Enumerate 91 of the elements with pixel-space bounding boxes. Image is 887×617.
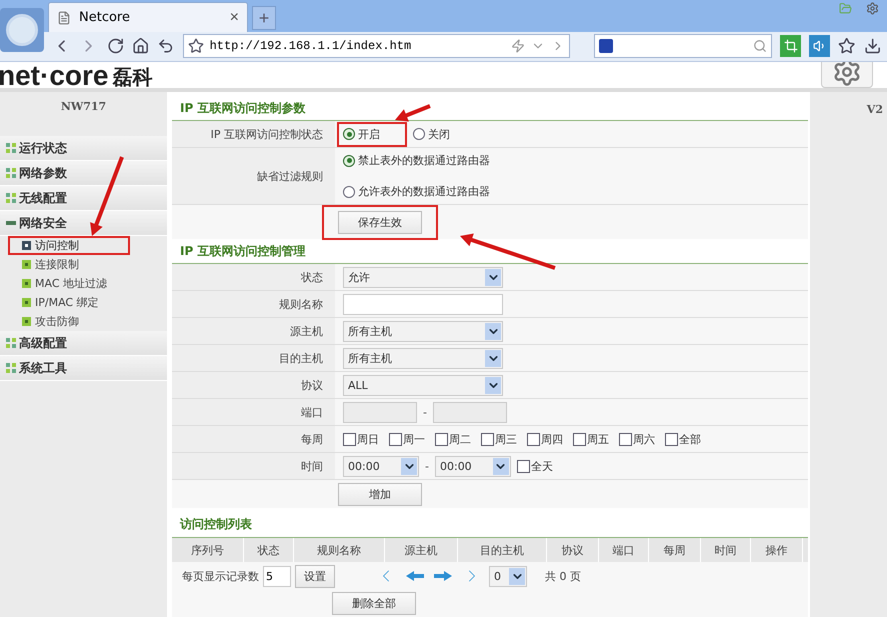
radio-option[interactable]: 允许表外的数据通过路由器 bbox=[337, 179, 500, 204]
dropdown[interactable]: ALL bbox=[343, 374, 503, 396]
dropdown[interactable]: 所有主机 bbox=[343, 320, 503, 342]
per-page-field[interactable]: 5 bbox=[263, 566, 291, 586]
arrow-drawing bbox=[395, 104, 431, 122]
close-tab-button[interactable]: × bbox=[230, 8, 239, 27]
delete-all-button[interactable]: 删除全部 bbox=[332, 592, 416, 615]
save-button[interactable]: 保存生效 bbox=[338, 210, 422, 234]
range-separator: - bbox=[423, 406, 427, 418]
all-day-checkbox[interactable]: 全天 bbox=[516, 458, 553, 474]
field-label: 端口 bbox=[301, 404, 323, 420]
page-count: 共 0 页 bbox=[545, 568, 581, 584]
field-label: 目的主机 bbox=[279, 350, 323, 366]
logo: net·core bbox=[0, 64, 108, 88]
sidebar-item[interactable]: 网络参数 bbox=[0, 161, 167, 186]
search-engine-icon[interactable] bbox=[599, 39, 614, 54]
field-label: 缺省过滤规则 bbox=[257, 168, 323, 184]
dropdown[interactable]: 所有主机 bbox=[343, 348, 503, 368]
sidebar-item[interactable]: 运行状态 bbox=[0, 136, 167, 161]
model-name: NW717 bbox=[60, 100, 108, 115]
per-page-label: 每页显示记录数 bbox=[182, 568, 259, 584]
sidebar-item[interactable]: 系统工具 bbox=[0, 356, 167, 381]
caret-icon bbox=[485, 268, 501, 286]
sidebar-subitem[interactable]: MAC 地址过滤 bbox=[8, 274, 158, 293]
day-checkbox[interactable]: 全部 bbox=[665, 432, 701, 446]
field-label: 状态 bbox=[301, 270, 323, 284]
home-icon[interactable] bbox=[132, 37, 150, 56]
set-button[interactable]: 设置 bbox=[295, 564, 335, 588]
port-end-field[interactable] bbox=[432, 402, 507, 422]
sidebar-subitem[interactable]: 攻击防御 bbox=[8, 312, 158, 331]
day-checkbox[interactable]: 周四 bbox=[527, 432, 563, 446]
start-time-dropdown[interactable]: 00:00 bbox=[343, 456, 419, 476]
browser-tab[interactable]: Netcore × bbox=[48, 2, 248, 32]
sidebar-subitem[interactable]: 访问控制 bbox=[8, 236, 130, 255]
star-icon[interactable] bbox=[188, 38, 204, 54]
field-label: 源主机 bbox=[290, 324, 323, 338]
sidebar-subitem[interactable]: 连接限制 bbox=[8, 255, 158, 274]
range-separator: - bbox=[425, 460, 429, 472]
field-label: 时间 bbox=[301, 458, 323, 474]
rule-name-field[interactable] bbox=[343, 294, 503, 314]
field-label: 规则名称 bbox=[279, 296, 323, 312]
add-button[interactable]: 增加 bbox=[338, 482, 422, 506]
sidebar-item[interactable]: 网络安全 bbox=[0, 211, 167, 236]
sidebar-item[interactable]: 无线配置 bbox=[0, 186, 167, 211]
day-checkbox[interactable]: 周二 bbox=[435, 432, 471, 446]
caret-icon bbox=[485, 322, 501, 340]
end-time-dropdown[interactable]: 00:00 bbox=[434, 456, 511, 476]
search-field[interactable] bbox=[594, 34, 772, 58]
day-checkbox[interactable]: 周一 bbox=[389, 432, 425, 446]
bullet-icon bbox=[22, 317, 31, 326]
bullet-icon bbox=[22, 241, 31, 250]
radio-option[interactable]: 禁止表外的数据通过路由器 bbox=[337, 148, 500, 173]
field-label: 协议 bbox=[301, 378, 323, 392]
address-bar[interactable]: http://192.168.1.1/index.htm bbox=[182, 34, 570, 58]
sidebar-subitem[interactable]: IP/MAC 绑定 bbox=[8, 293, 158, 312]
dropdown[interactable]: 允许 bbox=[343, 266, 503, 288]
bookmark-icon[interactable] bbox=[838, 37, 856, 56]
caret-icon bbox=[485, 350, 501, 366]
bullet-icon bbox=[22, 260, 31, 269]
logo: 磊科 bbox=[112, 66, 152, 88]
day-checkbox[interactable]: 周五 bbox=[573, 432, 609, 446]
settings-button[interactable] bbox=[821, 62, 873, 88]
speaker-icon[interactable] bbox=[809, 35, 830, 58]
day-checkbox[interactable]: 周日 bbox=[343, 432, 379, 446]
caret-icon bbox=[401, 458, 417, 474]
port-start-field[interactable] bbox=[343, 402, 417, 422]
settings-icon[interactable] bbox=[866, 2, 879, 15]
caret-icon bbox=[492, 458, 509, 474]
caret-icon bbox=[509, 568, 525, 584]
crop-icon[interactable] bbox=[780, 35, 802, 58]
field-label: 每周 bbox=[301, 432, 323, 446]
day-checkbox[interactable]: 周六 bbox=[619, 432, 655, 446]
new-tab-button[interactable]: + bbox=[252, 6, 276, 30]
browser-logo-icon[interactable] bbox=[0, 8, 44, 52]
day-checkbox[interactable]: 周三 bbox=[481, 432, 517, 446]
caret-icon bbox=[485, 376, 501, 394]
next-page-icon[interactable] bbox=[434, 571, 452, 581]
field-label: IP 互联网访问控制状态 bbox=[210, 126, 323, 142]
page-dropdown[interactable]: 0 bbox=[489, 566, 527, 586]
page-icon bbox=[57, 10, 71, 25]
sidebar-item[interactable]: 高级配置 bbox=[0, 331, 167, 356]
search-icon[interactable] bbox=[752, 39, 767, 54]
refresh-icon[interactable] bbox=[106, 37, 124, 56]
bullet-icon bbox=[22, 279, 31, 288]
version-label: V2 bbox=[866, 103, 883, 116]
radio-option[interactable]: 关闭 bbox=[407, 122, 477, 146]
undo-icon[interactable] bbox=[157, 37, 175, 56]
bullet-icon bbox=[22, 298, 31, 307]
previous-page-icon[interactable] bbox=[406, 571, 424, 581]
download-icon[interactable] bbox=[864, 37, 882, 56]
lightning-icon[interactable] bbox=[511, 39, 526, 54]
